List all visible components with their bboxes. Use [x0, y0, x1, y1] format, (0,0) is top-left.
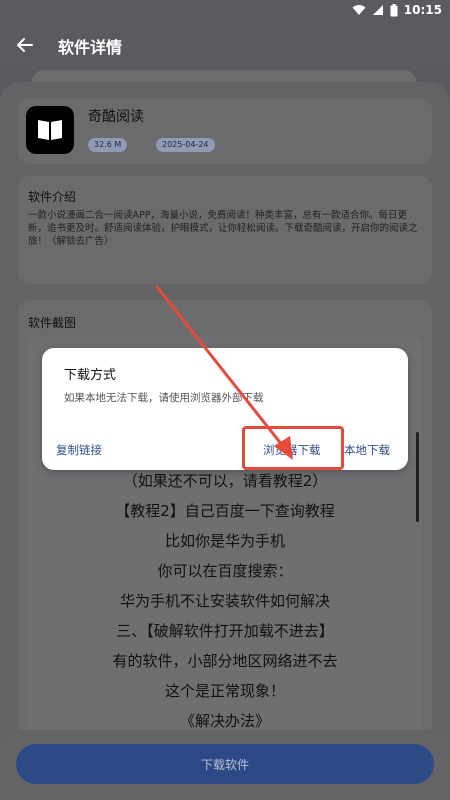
- screenshot-line: （如果还不可以，请看教程2）: [122, 472, 328, 490]
- screenshot-line: 有的软件，小部分地区网络进不去: [112, 652, 338, 670]
- intro-title: 软件介绍: [28, 190, 77, 204]
- screenshot-line: 【教程2】自己百度一下查询教程: [115, 502, 335, 520]
- book-icon: [38, 120, 62, 140]
- status-time: 10:15: [403, 3, 442, 17]
- date-badge: 2025-04-24: [156, 138, 215, 152]
- intro-card: 软件介绍 一款小说漫画二合一阅读APP，海量小说，免费阅读！种类丰富，总有一款适…: [18, 176, 432, 284]
- download-method-dialog: 下载方式 如果本地无法下载，请使用浏览器外部下载 复制链接 浏览器下载 本地下载: [42, 348, 408, 470]
- wifi-icon: [352, 5, 366, 15]
- dialog-message: 如果本地无法下载，请使用浏览器外部下载: [64, 392, 264, 404]
- screenshot-line: 三、【破解软件打开加载不进去】: [116, 622, 334, 640]
- screenshot-line: 你可以在百度搜索：: [157, 562, 293, 580]
- size-badge: 32.6 M: [88, 138, 128, 152]
- download-software-button[interactable]: 下载软件: [16, 744, 434, 784]
- highlight-box: [242, 426, 344, 470]
- screenshot-line: 比如你是华为手机: [164, 532, 285, 550]
- battery-icon: [390, 3, 398, 16]
- page-title: 软件详情: [58, 38, 123, 57]
- copy-link-button[interactable]: 复制链接: [56, 442, 102, 458]
- screenshot-line: 这个是正常现象！: [164, 682, 285, 700]
- screenshots-title: 软件截图: [28, 316, 77, 330]
- dialog-title: 下载方式: [64, 368, 117, 383]
- back-arrow-icon[interactable]: [14, 34, 36, 56]
- app-name: 奇酷阅读: [88, 109, 144, 125]
- app-icon: [26, 106, 74, 154]
- screenshot-line: 华为手机不让安装软件如何解决: [119, 592, 330, 610]
- status-bar: 10:15: [0, 0, 450, 22]
- local-download-button[interactable]: 本地下载: [344, 442, 390, 458]
- intro-text: 一款小说漫画二合一阅读APP，海量小说，免费阅读！种类丰富，总有一款适合你。每日…: [28, 210, 418, 247]
- signal-icon: [372, 5, 383, 15]
- status-icons: 10:15: [352, 3, 442, 17]
- app-bar: 软件详情: [0, 22, 450, 68]
- app-info-card: 奇酷阅读 32.6 M 2025-04-24: [18, 98, 432, 164]
- screenshot-text: （如果还不可以，请看教程2） 【教程2】自己百度一下查询教程 比如你是华为手机 …: [18, 466, 432, 736]
